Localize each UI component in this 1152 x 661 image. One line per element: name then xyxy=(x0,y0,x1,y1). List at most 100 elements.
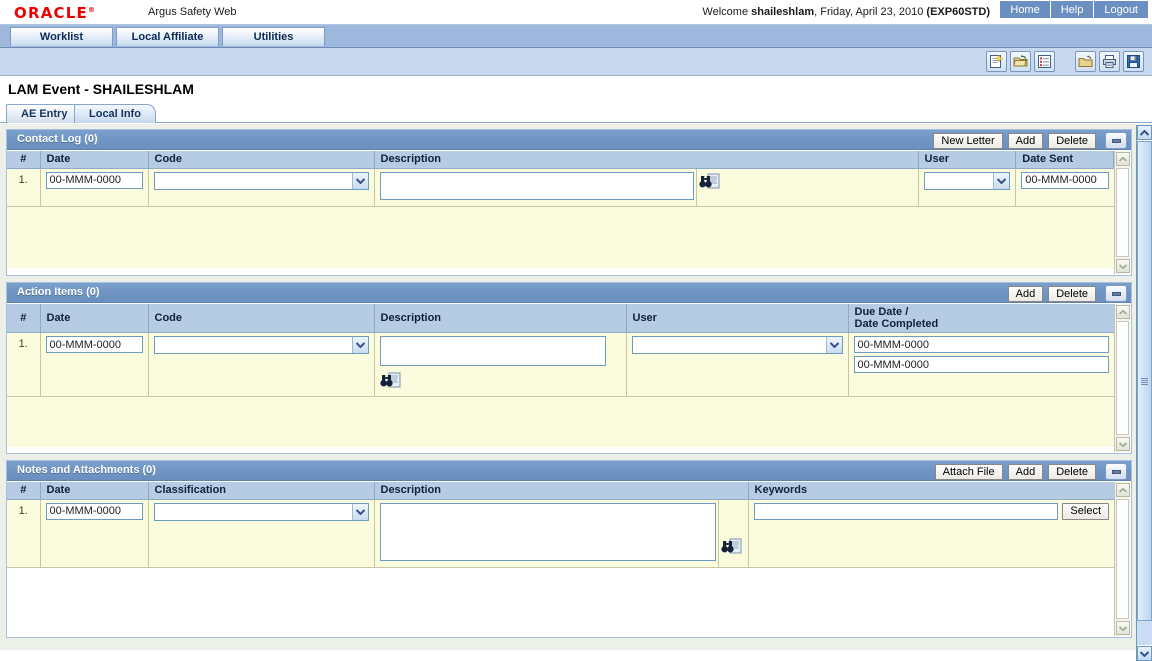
table-row: 1. xyxy=(7,499,1114,568)
page-scroll-up-button[interactable] xyxy=(1137,125,1152,140)
column-header-date: Date xyxy=(40,304,149,333)
action-items-scroll-up-button[interactable] xyxy=(1116,305,1130,319)
cell-description xyxy=(374,332,627,397)
notes-attachments-title: Notes and Attachments (0) xyxy=(17,464,156,476)
tab-local-info[interactable]: Local Info xyxy=(74,104,156,123)
page-scroll-down-button[interactable] xyxy=(1137,646,1152,661)
chevron-down-icon[interactable] xyxy=(351,503,368,520)
action-items-description-textarea[interactable] xyxy=(379,336,606,366)
tab-ae-entry[interactable]: AE Entry xyxy=(6,104,83,123)
notes-scrollbar[interactable] xyxy=(1114,482,1130,636)
contact-log-user-select[interactable] xyxy=(923,171,1011,190)
cell-code xyxy=(148,168,375,207)
notes-keywords-input[interactable] xyxy=(753,502,1059,520)
notes-date-input[interactable] xyxy=(45,502,143,520)
action-items-title: Action Items (0) xyxy=(17,286,100,298)
notes-classification-select[interactable] xyxy=(153,502,369,521)
column-header-classification: Classification xyxy=(148,482,375,500)
contact-log-scroll-down-button[interactable] xyxy=(1116,259,1130,273)
action-items-scrollbar[interactable] xyxy=(1114,304,1130,452)
chevron-down-icon[interactable] xyxy=(993,172,1010,189)
cell-date xyxy=(40,499,149,568)
contact-log-minimize-button[interactable] xyxy=(1105,132,1127,149)
page-scrollbar[interactable] xyxy=(1136,125,1152,661)
notes-scroll-down-button[interactable] xyxy=(1116,621,1130,635)
notes-add-button[interactable]: Add xyxy=(1007,463,1044,480)
notes-description-textarea[interactable] xyxy=(379,502,716,561)
column-header-code: Code xyxy=(148,304,375,333)
contact-log-new-letter-button[interactable]: New Letter xyxy=(933,132,1003,149)
page-title: LAM Event - SHAILESHLAM xyxy=(8,81,194,97)
binoculars-lookup-icon[interactable] xyxy=(698,173,721,194)
welcome-prefix: Welcome xyxy=(702,6,752,18)
column-header-user: User xyxy=(918,151,1017,169)
notes-delete-button[interactable]: Delete xyxy=(1048,463,1096,480)
action-items-header-row: # Date Code Description User Due Date / … xyxy=(7,304,1114,333)
contact-log-scroll-track[interactable] xyxy=(1116,168,1129,257)
contact-log-scroll-up-button[interactable] xyxy=(1116,152,1130,166)
action-items-minimize-button[interactable] xyxy=(1105,285,1127,302)
action-items-date-input[interactable] xyxy=(45,336,143,353)
notes-keywords-select-button[interactable]: Select xyxy=(1062,502,1109,520)
table-filler-row xyxy=(7,206,1114,268)
cell-code xyxy=(148,332,375,397)
help-link[interactable]: Help xyxy=(1050,1,1095,18)
notes-minimize-button[interactable] xyxy=(1105,463,1127,480)
notes-scroll-up-button[interactable] xyxy=(1116,483,1130,497)
save-icon[interactable] xyxy=(1123,51,1144,72)
action-items-user-select[interactable] xyxy=(631,336,843,354)
menu-tab-utilities[interactable]: Utilities xyxy=(222,27,325,46)
chevron-down-icon[interactable] xyxy=(351,337,368,353)
page-scroll-track[interactable] xyxy=(1137,141,1152,645)
contact-log-date-sent-input[interactable] xyxy=(1021,171,1109,189)
action-items-grid-viewport: # Date Code Description User Due Date / … xyxy=(7,304,1114,453)
menu-tab-list: Worklist Local Affiliate Utilities xyxy=(10,25,1152,46)
new-case-icon[interactable] xyxy=(986,51,1007,72)
action-items-due-date-input[interactable] xyxy=(853,336,1109,353)
column-header-number: # xyxy=(7,304,41,333)
action-items-code-select[interactable] xyxy=(153,336,369,354)
cell-classification xyxy=(148,499,375,568)
cell-user xyxy=(626,332,849,397)
logout-link[interactable]: Logout xyxy=(1094,1,1148,18)
revert-folder-icon[interactable] xyxy=(1075,51,1096,72)
action-items-scroll-track[interactable] xyxy=(1116,321,1129,435)
column-header-due-date: Due Date / Date Completed xyxy=(848,304,1114,333)
action-items-date-completed-input[interactable] xyxy=(853,356,1109,373)
keywords-field-group: Select xyxy=(753,502,1109,520)
action-items-delete-button[interactable]: Delete xyxy=(1048,285,1096,302)
contact-log-code-select[interactable] xyxy=(153,171,369,190)
scroll-grip-icon xyxy=(1141,377,1148,385)
contact-log-add-button[interactable]: Add xyxy=(1007,132,1044,149)
contact-log-actions: New Letter Add Delete xyxy=(933,132,1127,149)
chevron-down-icon[interactable] xyxy=(825,337,842,353)
welcome-message: Welcome shaileshlam, Friday, April 23, 2… xyxy=(702,6,990,18)
open-case-icon[interactable] xyxy=(1010,51,1031,72)
contact-log-delete-button[interactable]: Delete xyxy=(1048,132,1096,149)
cell-description xyxy=(374,168,697,207)
column-header-description: Description xyxy=(374,151,919,169)
print-icon[interactable] xyxy=(1099,51,1120,72)
menu-tab-worklist[interactable]: Worklist xyxy=(10,27,113,46)
cell-date-sent xyxy=(1015,168,1114,207)
row-number: 1. xyxy=(7,499,41,568)
home-link[interactable]: Home xyxy=(1000,1,1051,18)
contact-log-description-textarea[interactable] xyxy=(379,171,694,200)
binoculars-lookup-icon[interactable] xyxy=(720,538,743,559)
notes-scroll-track[interactable] xyxy=(1116,499,1129,619)
menu-tab-local-affiliate[interactable]: Local Affiliate xyxy=(116,27,219,46)
chevron-down-icon[interactable] xyxy=(351,172,368,189)
row-number: 1. xyxy=(7,332,41,397)
table-row: 1. xyxy=(7,168,1114,207)
list-view-icon[interactable] xyxy=(1034,51,1055,72)
cell-description-lookup xyxy=(718,499,749,568)
column-header-code: Code xyxy=(148,151,375,169)
contact-log-date-input[interactable] xyxy=(45,171,143,189)
action-items-add-button[interactable]: Add xyxy=(1007,285,1044,302)
action-items-scroll-down-button[interactable] xyxy=(1116,437,1130,451)
contact-log-scrollbar[interactable] xyxy=(1114,151,1130,274)
binoculars-lookup-icon[interactable] xyxy=(379,372,402,393)
page-scroll-thumb[interactable] xyxy=(1137,141,1152,621)
column-header-date: Date xyxy=(40,482,149,500)
notes-attach-file-button[interactable]: Attach File xyxy=(934,463,1003,480)
